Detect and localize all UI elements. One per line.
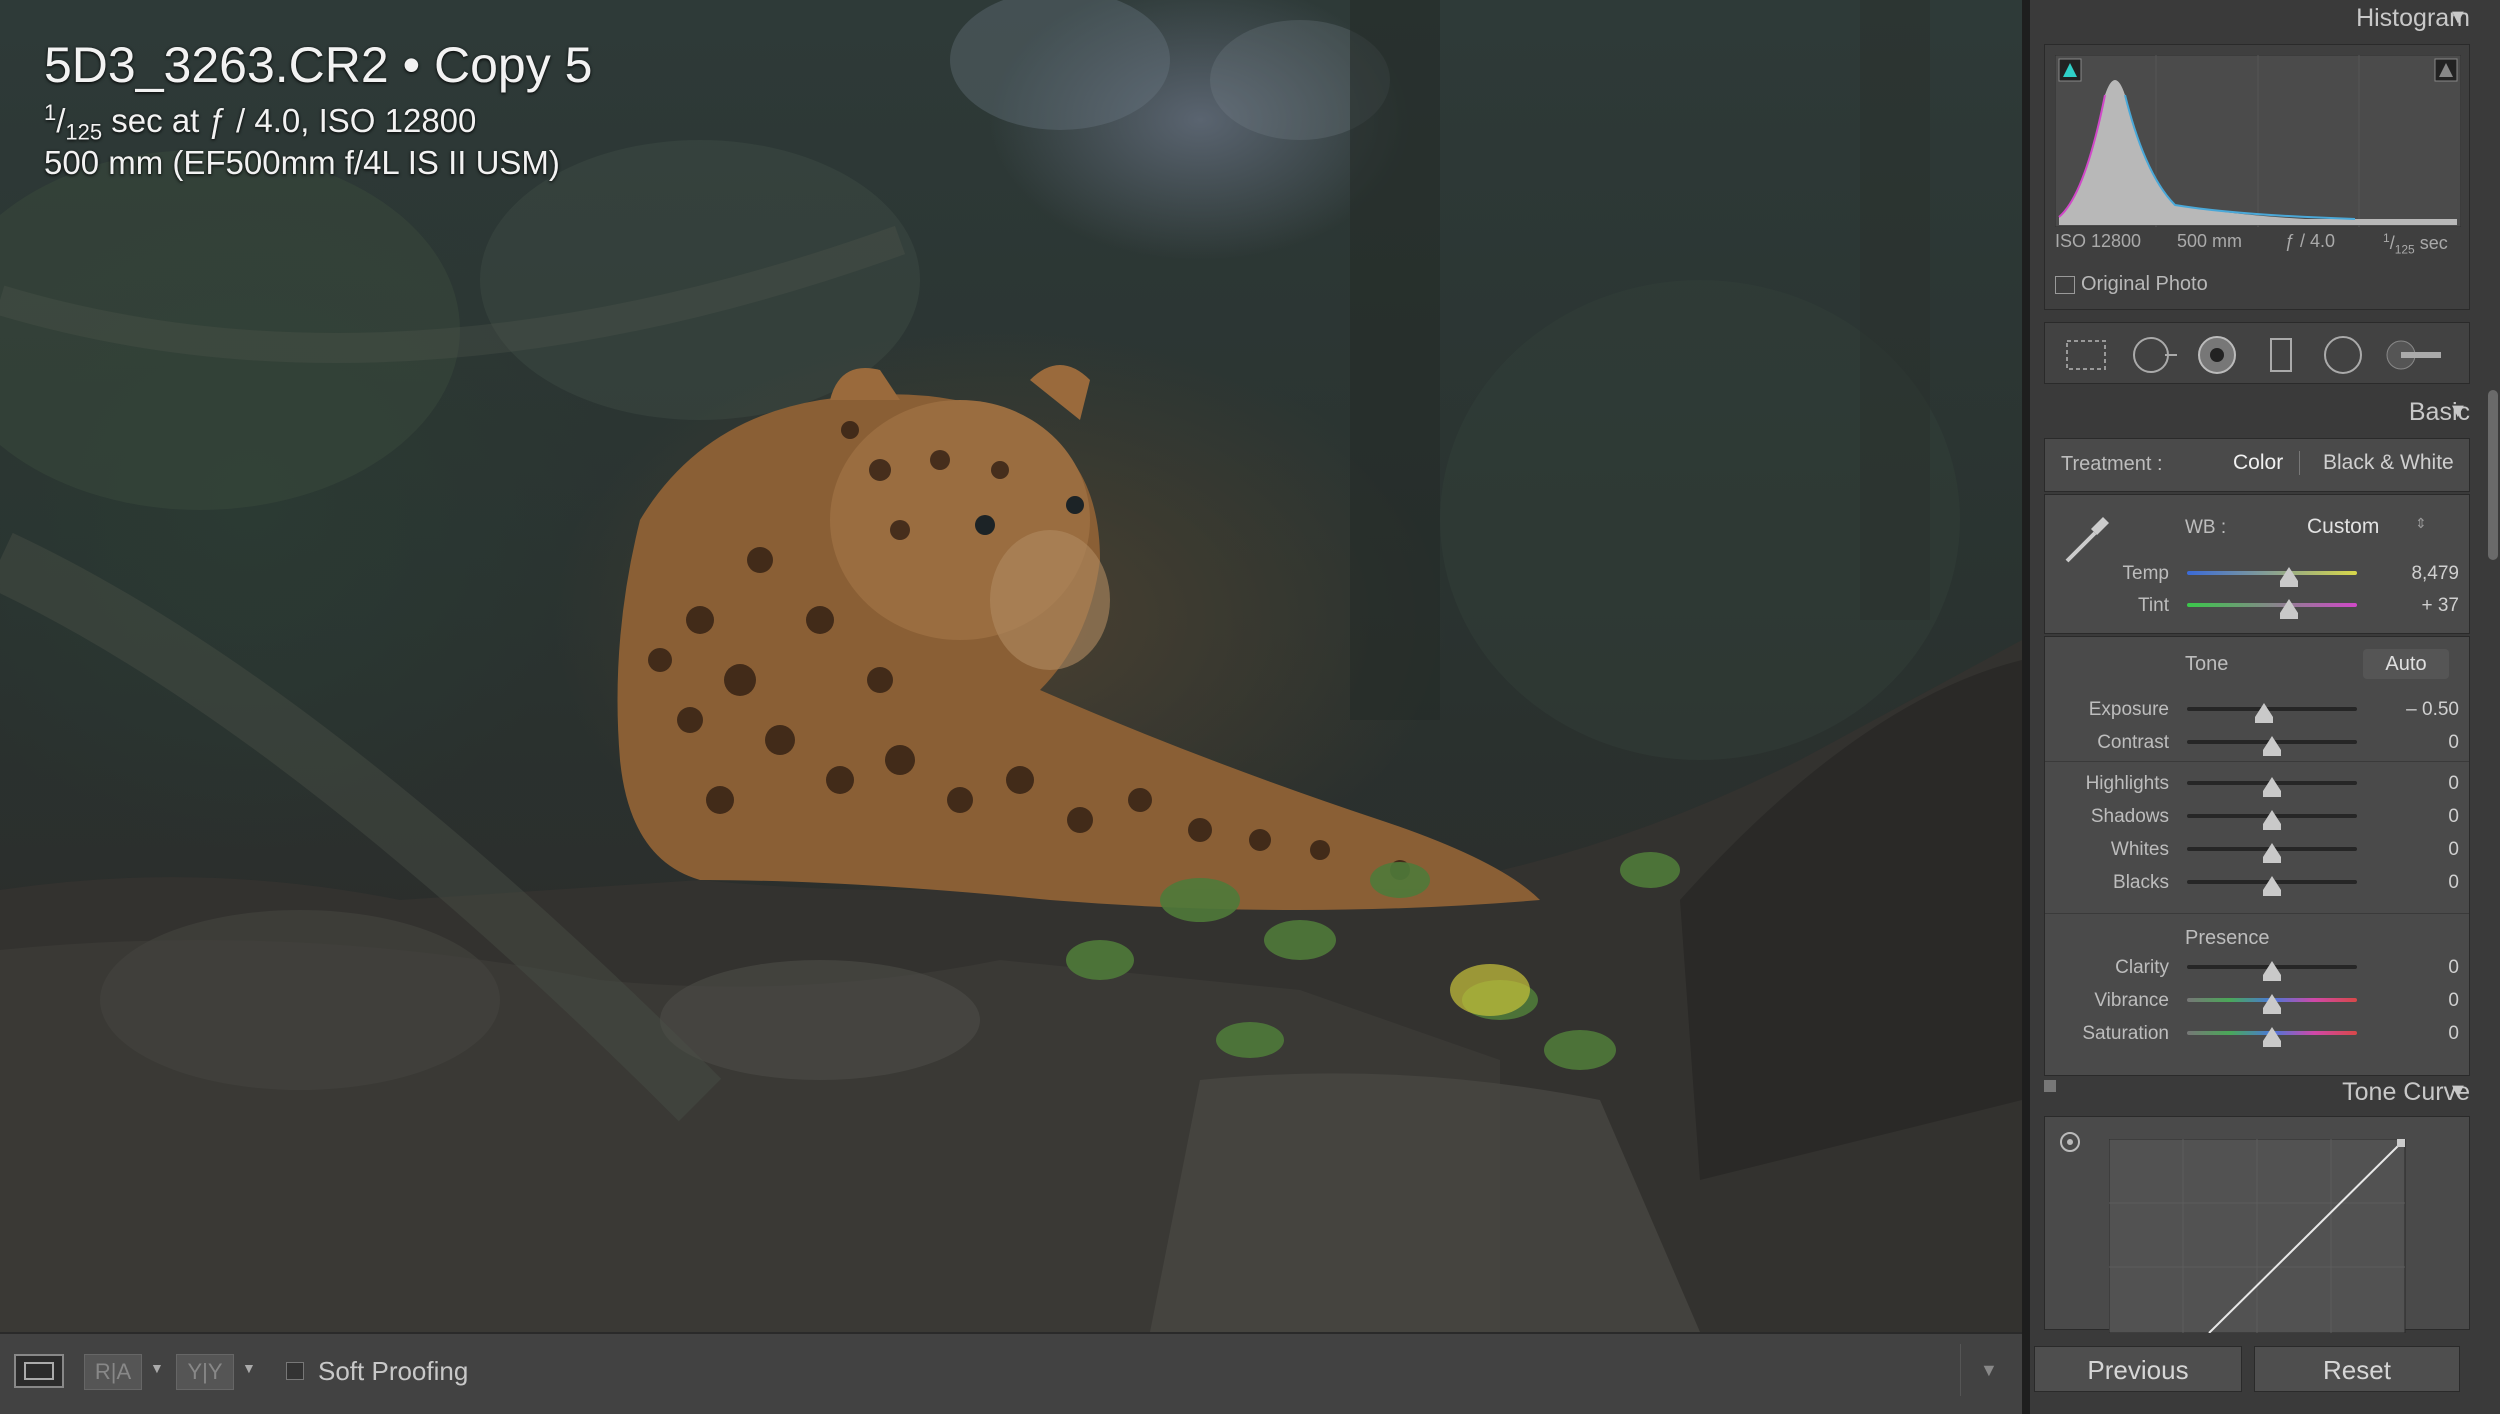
photo-image (0, 0, 2022, 1332)
tone-curve-collapse-icon[interactable]: ▼ (2448, 1080, 2468, 1103)
slider-value-clarity[interactable]: 0 (2379, 957, 2459, 979)
auto-tone-button[interactable]: Auto (2363, 649, 2449, 679)
photo-filename: 5D3_3263.CR2 • Copy 5 (44, 37, 593, 93)
basic-header[interactable]: Basic (2030, 398, 2470, 427)
treatment-divider (2299, 451, 2300, 475)
slider-value-contrast[interactable]: 0 (2379, 732, 2459, 754)
shutter-numerator: 1 (44, 100, 57, 125)
red-eye-icon[interactable] (2198, 336, 2236, 374)
histogram-collapse-icon[interactable]: ▼ (2448, 6, 2468, 29)
temp-value[interactable]: 8,479 (2379, 563, 2459, 585)
adjustment-brush-icon[interactable] (2386, 340, 2441, 370)
divider (2045, 761, 2469, 762)
histogram-header[interactable]: Histogram (2030, 4, 2470, 33)
before-after-view-button[interactable]: R|A (84, 1354, 142, 1390)
slider-knob-whites[interactable] (2263, 843, 2281, 863)
slider-label-saturation: Saturation (2082, 1023, 2169, 1044)
tone-curve-graph[interactable] (2109, 1139, 2409, 1333)
tint-value[interactable]: + 37 (2379, 595, 2459, 617)
tint-slider-knob[interactable] (2280, 599, 2298, 619)
histogram-panel: ISO 12800 500 mm ƒ / 4.0 1/125 sec Origi… (2044, 44, 2470, 310)
treatment-label: Treatment : (2061, 453, 2163, 475)
tone-curve-panel (2044, 1116, 2470, 1333)
presence-label: Presence (2185, 927, 2270, 949)
histogram-shutter: 1/125 sec (2383, 231, 2448, 257)
photo-exposure-info: 1/125 sec at ƒ / 4.0, ISO 12800 (44, 100, 477, 145)
panel-scrollbar[interactable] (2488, 390, 2498, 560)
before-after-split-button[interactable]: Y|Y (176, 1354, 234, 1390)
slider-label-highlights: Highlights (2085, 773, 2169, 794)
wb-select-arrows-icon[interactable]: ⇕ (2415, 515, 2427, 532)
tone-curve-header[interactable]: Tone Curve (2030, 1078, 2470, 1107)
reset-button[interactable]: Reset (2254, 1346, 2460, 1392)
temp-slider-track[interactable] (2187, 571, 2357, 575)
histogram-focal: 500 mm (2177, 231, 2243, 251)
slider-value-saturation[interactable]: 0 (2379, 1023, 2459, 1045)
slider-knob-highlights[interactable] (2263, 777, 2281, 797)
graduated-filter-icon[interactable] (2270, 338, 2292, 372)
slider-label-shadows: Shadows (2090, 806, 2169, 827)
wb-label: WB : (2185, 517, 2227, 538)
white-balance-section: WB : Custom ⇕ Temp 8,479 Tint + 37 (2044, 494, 2470, 634)
slider-knob-blacks[interactable] (2263, 876, 2281, 896)
slider-knob-saturation[interactable] (2263, 1027, 2281, 1047)
toolbar-divider (1960, 1344, 1961, 1396)
develop-right-panel: Histogram ▼ ISO 12800 500 mm ƒ / 4.0 1/1… (2022, 0, 2500, 1414)
toolbar-options-icon[interactable]: ▼ (1980, 1360, 1998, 1381)
slider-label-clarity: Clarity (2115, 957, 2169, 978)
slider-label-exposure: Exposure (2088, 699, 2169, 720)
slider-value-exposure[interactable]: – 0.50 (2379, 699, 2459, 721)
temp-label: Temp (2122, 563, 2169, 584)
treatment-bw-button[interactable]: Black & White (2323, 451, 2454, 475)
slider-label-blacks: Blacks (2113, 872, 2169, 893)
eyedropper-icon[interactable] (2057, 507, 2117, 567)
tone-section: Tone Auto Exposure – 0.50 Contrast 0 Highli… (2044, 636, 2470, 1076)
slider-label-contrast: Contrast (2097, 732, 2169, 753)
bottom-toolbar: R|A ▼ Y|Y ▼ Soft Proofing ▼ (0, 1332, 2022, 1414)
tint-slider-track[interactable] (2187, 603, 2357, 607)
slider-value-shadows[interactable]: 0 (2379, 806, 2459, 828)
shutter-denominator: 125 (65, 119, 103, 145)
treatment-color-button[interactable]: Color (2233, 451, 2283, 475)
photo-lens-info: 500 mm (EF500mm f/4L IS II USM) (44, 144, 560, 181)
histogram-aperture: ƒ / 4.0 (2285, 231, 2336, 251)
radial-filter-icon[interactable] (2324, 336, 2362, 374)
slider-label-whites: Whites (2110, 839, 2169, 860)
slider-knob-clarity[interactable] (2263, 961, 2281, 981)
wb-select[interactable]: Custom (2307, 515, 2379, 539)
original-photo-label: Original Photo (2081, 273, 2208, 295)
histogram-graph (2055, 55, 2461, 227)
spot-removal-icon[interactable] (2133, 337, 2177, 373)
previous-button[interactable]: Previous (2034, 1346, 2242, 1392)
crop-overlay-icon[interactable] (2066, 340, 2106, 370)
divider (2045, 913, 2469, 914)
split-dropdown-icon[interactable]: ▼ (242, 1360, 256, 1376)
basic-collapse-icon[interactable]: ▼ (2448, 400, 2468, 423)
original-photo-checkbox[interactable] (2055, 276, 2075, 294)
slider-knob-contrast[interactable] (2263, 736, 2281, 756)
soft-proofing-checkbox[interactable] (286, 1362, 304, 1380)
slider-knob-exposure[interactable] (2254, 703, 2273, 723)
treatment-row: Treatment : Color Black & White (2044, 438, 2470, 492)
slider-value-blacks[interactable]: 0 (2379, 872, 2459, 894)
target-adjustment-icon[interactable] (2055, 1127, 2085, 1157)
tool-strip (2044, 322, 2470, 384)
slider-value-vibrance[interactable]: 0 (2379, 990, 2459, 1012)
loupe-view-icon[interactable] (14, 1354, 64, 1388)
slider-value-highlights[interactable]: 0 (2379, 773, 2459, 795)
photo-canvas[interactable]: 5D3_3263.CR2 • Copy 5 1/125 sec at ƒ / 4… (0, 0, 2022, 1332)
slider-knob-vibrance[interactable] (2263, 994, 2281, 1014)
tone-label: Tone (2185, 653, 2229, 675)
tint-label: Tint (2138, 595, 2169, 616)
temp-slider-knob[interactable] (2280, 567, 2298, 587)
exposure-rest: sec at ƒ / 4.0, ISO 12800 (102, 102, 477, 139)
slider-knob-shadows[interactable] (2263, 810, 2281, 830)
slider-value-whites[interactable]: 0 (2379, 839, 2459, 861)
histogram-iso: ISO 12800 (2055, 231, 2142, 251)
before-after-dropdown-icon[interactable]: ▼ (150, 1360, 164, 1376)
slider-label-vibrance: Vibrance (2094, 990, 2169, 1011)
soft-proofing-label: Soft Proofing (318, 1356, 469, 1386)
